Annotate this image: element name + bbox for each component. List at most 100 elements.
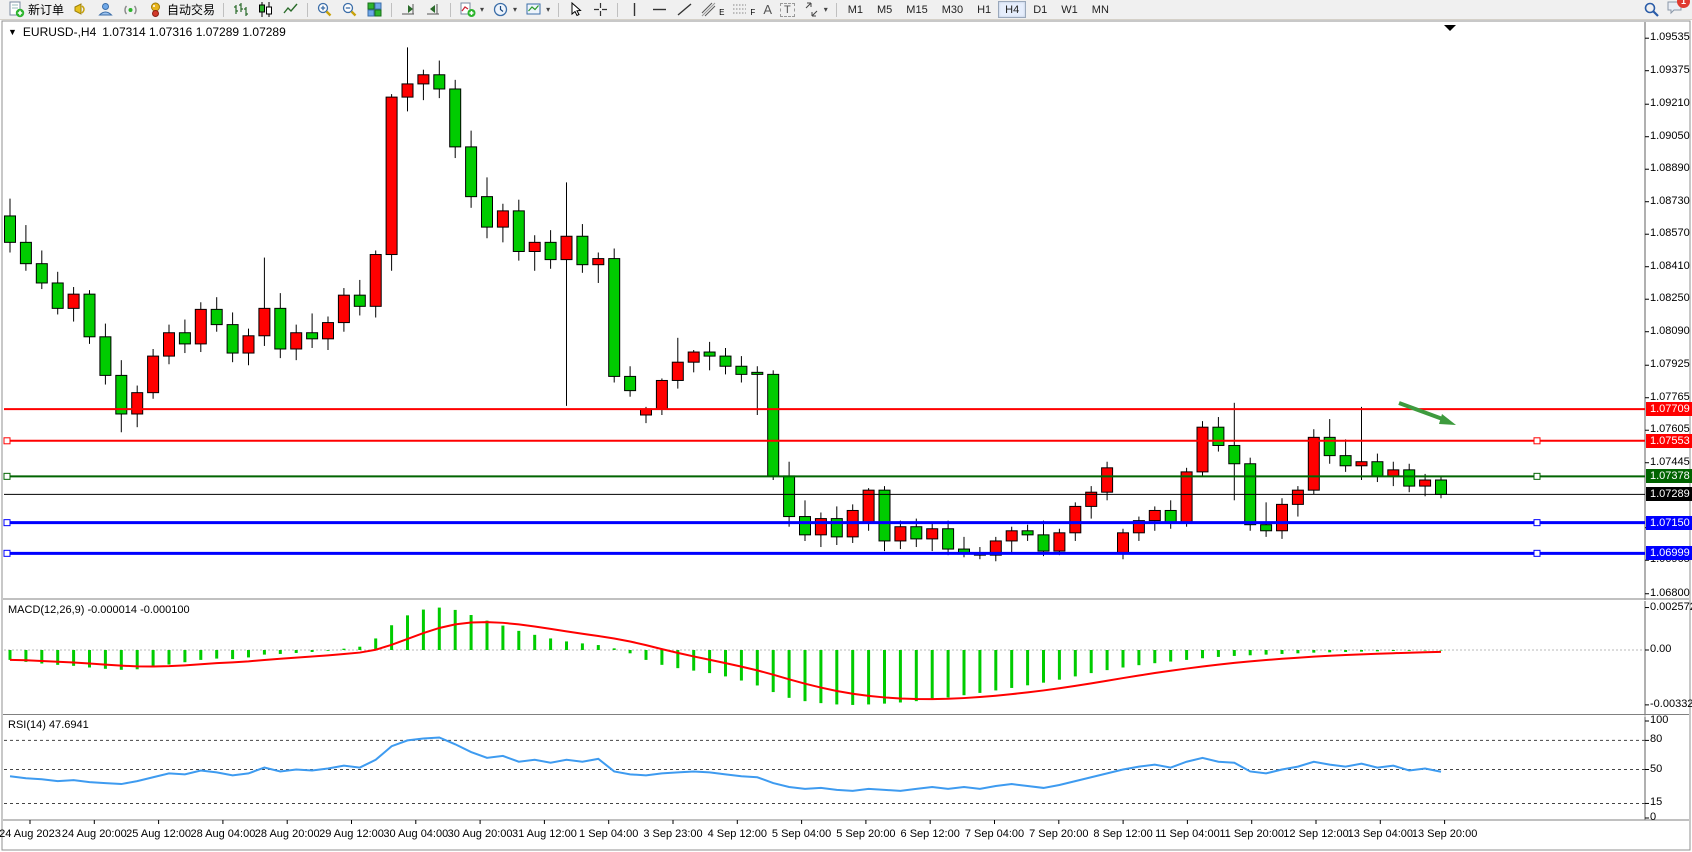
vertical-line-tool-button[interactable] (622, 1, 647, 19)
macd-bar (88, 650, 91, 667)
tile-windows-button[interactable] (362, 1, 387, 19)
candle-down (482, 197, 493, 227)
trendline-icon (676, 1, 693, 18)
price-tick-label: 1.08730 (1650, 195, 1690, 207)
cursor-icon (567, 1, 584, 18)
notifications-button[interactable]: 1 (1666, 0, 1684, 21)
timeframe-h4[interactable]: H4 (998, 1, 1026, 18)
candle-down (84, 294, 95, 337)
channel-tool-button[interactable]: E (697, 1, 728, 19)
hline-handle[interactable] (1534, 438, 1540, 444)
candle-up (370, 255, 381, 307)
new-order-icon (8, 1, 25, 18)
macd-bar (947, 650, 950, 698)
new-order-button[interactable]: 新订单 (4, 1, 68, 19)
candle-down (1165, 510, 1176, 522)
chart-canvas[interactable] (0, 0, 1692, 852)
candle-down (911, 527, 922, 539)
signals-button[interactable] (118, 1, 143, 19)
candlestick-mode-button[interactable] (253, 1, 278, 19)
zoom-out-button[interactable] (337, 1, 362, 19)
auto-scroll-button[interactable] (396, 1, 421, 19)
trendline-tool-button[interactable] (672, 1, 697, 19)
macd-bar (1090, 650, 1093, 673)
macd-bar (660, 650, 663, 665)
community-button[interactable] (93, 1, 118, 19)
cursor-tool-button[interactable] (563, 1, 588, 19)
macd-indicator-label: MACD(12,26,9) -0.000014 -0.000100 (8, 604, 190, 616)
horizontal-line-tool-button[interactable] (647, 1, 672, 19)
text-label-tool-button[interactable]: T (776, 1, 799, 19)
symbol-dropdown-icon[interactable]: ▼ (8, 27, 17, 37)
candle-up (1292, 490, 1303, 504)
level-price-box: 1.07709 (1646, 402, 1692, 416)
timeframe-m30[interactable]: M30 (935, 1, 970, 18)
candle-down (736, 366, 747, 374)
arrows-tool-button[interactable]: ▾ (799, 1, 832, 19)
candle-down (434, 75, 445, 89)
zoom-in-button[interactable] (312, 1, 337, 19)
candle-down (466, 147, 477, 197)
line-chart-mode-button[interactable] (278, 1, 303, 19)
candle-up (338, 295, 349, 322)
chevron-down-icon: ▾ (824, 5, 828, 14)
line-chart-icon (282, 1, 299, 18)
timeframe-m1[interactable]: M1 (841, 1, 870, 18)
time-tick-label: 11 Sep 20:00 (1219, 828, 1284, 840)
timeframe-d1[interactable]: D1 (1026, 1, 1054, 18)
timeframe-w1[interactable]: W1 (1054, 1, 1085, 18)
macd-bar (152, 650, 155, 667)
chart-shift-button[interactable] (421, 1, 446, 19)
macd-bar (263, 650, 266, 655)
search-icon[interactable] (1643, 1, 1660, 18)
level-price-box: 1.06999 (1646, 546, 1692, 560)
macd-bar (501, 626, 504, 650)
fibonacci-icon (732, 2, 747, 17)
macd-tick-label: 0.002572 (1650, 601, 1692, 613)
macd-bar (390, 625, 393, 650)
macd-bar (597, 645, 600, 650)
candle-up (656, 380, 667, 408)
timeframe-h1[interactable]: H1 (970, 1, 998, 18)
macd-bar (517, 631, 520, 650)
hline-handle[interactable] (4, 438, 10, 444)
macd-bar (565, 641, 568, 650)
bar-chart-icon (232, 1, 249, 18)
hline-handle[interactable] (4, 520, 10, 526)
macd-bar (215, 650, 218, 659)
candle-down (36, 264, 47, 283)
indicators-button[interactable]: ▾ (455, 1, 488, 19)
chart-window-frame (2, 21, 1690, 850)
timeframe-mn[interactable]: MN (1085, 1, 1116, 18)
periods-button[interactable]: ▾ (488, 1, 521, 19)
fibonacci-tool-button[interactable]: F (728, 1, 759, 19)
alerts-button[interactable] (68, 1, 93, 19)
bar-chart-mode-button[interactable] (228, 1, 253, 19)
templates-button[interactable]: ▾ (521, 1, 554, 19)
text-tool-button[interactable]: A (759, 1, 776, 19)
candle-up (1070, 506, 1081, 532)
macd-bar (1249, 650, 1252, 655)
macd-bar (708, 650, 711, 673)
hline-handle[interactable] (4, 473, 10, 479)
candle-up (927, 529, 938, 539)
hline-handle[interactable] (1534, 520, 1540, 526)
candle-up (1054, 533, 1065, 551)
hline-handle[interactable] (4, 550, 10, 556)
time-tick-label: 11 Sep 04:00 (1155, 828, 1220, 840)
current-price-box: 1.07289 (1646, 487, 1692, 501)
timeframe-m5[interactable]: M5 (870, 1, 899, 18)
candle-down (1436, 480, 1447, 494)
crosshair-tool-button[interactable] (588, 1, 613, 19)
price-tick-label: 1.07765 (1650, 391, 1690, 403)
auto-trading-button[interactable]: 自动交易 (143, 1, 219, 19)
macd-bar (533, 635, 536, 650)
candle-up (688, 352, 699, 362)
time-tick-label: 30 Aug 20:00 (448, 828, 513, 840)
macd-bar (231, 650, 234, 659)
hline-handle[interactable] (1534, 550, 1540, 556)
price-tick-label: 1.08250 (1650, 292, 1690, 304)
hline-handle[interactable] (1534, 473, 1540, 479)
timeframe-m15[interactable]: M15 (899, 1, 934, 18)
toolbar-separator (450, 3, 451, 17)
